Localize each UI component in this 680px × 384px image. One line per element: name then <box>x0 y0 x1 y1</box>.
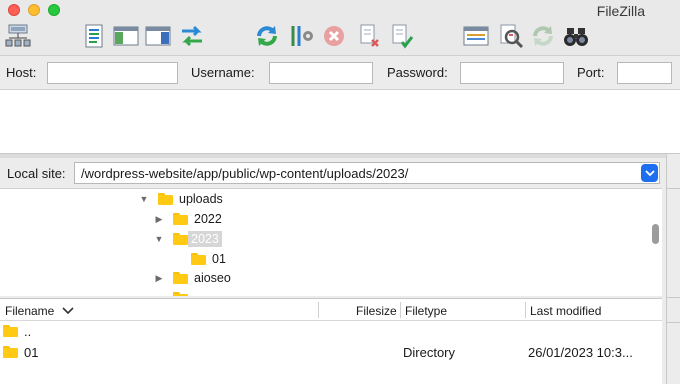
search-remote-files-icon[interactable] <box>562 22 590 50</box>
process-queue-icon[interactable] <box>288 22 316 50</box>
app-title: FileZilla <box>596 3 645 19</box>
tree-scrollbar-thumb[interactable] <box>652 224 659 244</box>
local-directory-tree[interactable]: ▼ uploads ▶ 2022 ▼ 2023 01 ▶ aioseo <box>0 188 662 296</box>
username-label: Username: <box>191 65 255 80</box>
disclosure-collapsed-icon[interactable]: ▶ <box>153 213 165 225</box>
message-log[interactable] <box>0 90 680 154</box>
toggle-remote-tree-icon[interactable] <box>144 22 172 50</box>
tree-item-label: 01 <box>212 252 226 266</box>
folder-icon <box>3 346 18 358</box>
file-modified: 26/01/2023 10:3... <box>528 345 633 360</box>
remote-pane-edge <box>666 154 680 384</box>
local-site-bar: Local site: /wordpress-website/app/publi… <box>0 158 666 188</box>
file-type: Directory <box>403 345 456 360</box>
tree-item-aioseo[interactable]: ▶ aioseo <box>153 268 231 288</box>
password-input[interactable] <box>460 62 564 84</box>
file-name: 01 <box>24 345 39 360</box>
host-input[interactable] <box>47 62 178 84</box>
zoom-window-button[interactable] <box>48 4 60 16</box>
folder-icon <box>191 253 206 265</box>
tree-item-partial[interactable] <box>173 288 194 296</box>
table-row[interactable]: .. <box>0 321 662 341</box>
toolbar: FileZilla <box>0 0 680 56</box>
toggle-local-tree-icon[interactable] <box>112 22 140 50</box>
disclosure-expanded-icon[interactable]: ▼ <box>138 193 150 205</box>
port-label: Port: <box>577 65 605 80</box>
close-window-button[interactable] <box>8 4 20 16</box>
chevron-down-icon[interactable] <box>641 164 658 182</box>
column-header-filetype[interactable]: Filetype <box>405 304 447 318</box>
disconnect-icon[interactable] <box>355 22 383 50</box>
cancel-icon[interactable] <box>320 22 348 50</box>
tree-item-2022[interactable]: ▶ 2022 <box>153 209 222 229</box>
tree-item-label-selected: 2023 <box>188 231 222 247</box>
tree-item-label: 2022 <box>194 212 222 226</box>
folder-icon <box>173 233 188 245</box>
toggle-transfer-queue-icon[interactable] <box>178 22 206 50</box>
column-header-last-modified[interactable]: Last modified <box>530 304 601 318</box>
reconnect-icon[interactable] <box>387 22 415 50</box>
folder-icon <box>158 193 173 205</box>
disclosure-expanded-icon[interactable]: ▼ <box>153 233 165 245</box>
local-file-list[interactable]: Filename Filesize Filetype Last modified… <box>0 298 662 384</box>
refresh-icon[interactable] <box>253 22 281 50</box>
quickconnect-bar: Host: Username: Password: Port: <box>0 56 680 90</box>
password-label: Password: <box>387 65 448 80</box>
folder-icon <box>3 325 18 337</box>
sort-chevron-icon <box>62 307 74 315</box>
tree-item-01[interactable]: 01 <box>191 249 226 269</box>
folder-icon <box>173 272 188 284</box>
local-site-path[interactable]: /wordpress-website/app/public/wp-content… <box>81 166 408 181</box>
tree-item-label: aioseo <box>194 271 231 285</box>
site-manager-icon[interactable] <box>4 22 32 50</box>
folder-icon <box>173 213 188 225</box>
port-input[interactable] <box>617 62 672 84</box>
host-label: Host: <box>6 65 37 80</box>
file-list-header: Filename Filesize Filetype Last modified <box>0 299 662 321</box>
synchronized-browsing-icon[interactable] <box>529 22 557 50</box>
tree-item-uploads[interactable]: ▼ uploads <box>138 189 223 209</box>
tree-item-label: uploads <box>179 192 223 206</box>
file-name: .. <box>24 324 32 339</box>
tree-item-2023[interactable]: ▼ 2023 <box>153 229 222 249</box>
disclosure-collapsed-icon[interactable]: ▶ <box>153 272 165 284</box>
column-header-filename[interactable]: Filename <box>5 304 74 318</box>
column-header-filesize[interactable]: Filesize <box>356 304 397 318</box>
local-site-path-combo[interactable]: /wordpress-website/app/public/wp-content… <box>74 162 660 184</box>
username-input[interactable] <box>269 62 373 84</box>
toggle-comparison-icon[interactable] <box>497 22 525 50</box>
folder-icon <box>173 292 188 296</box>
local-site-label: Local site: <box>7 166 66 181</box>
toggle-message-log-icon[interactable] <box>80 22 108 50</box>
minimize-window-button[interactable] <box>28 4 40 16</box>
directory-listing-filter-icon[interactable] <box>462 22 490 50</box>
table-row[interactable]: 01 Directory 26/01/2023 10:3... <box>0 342 662 362</box>
